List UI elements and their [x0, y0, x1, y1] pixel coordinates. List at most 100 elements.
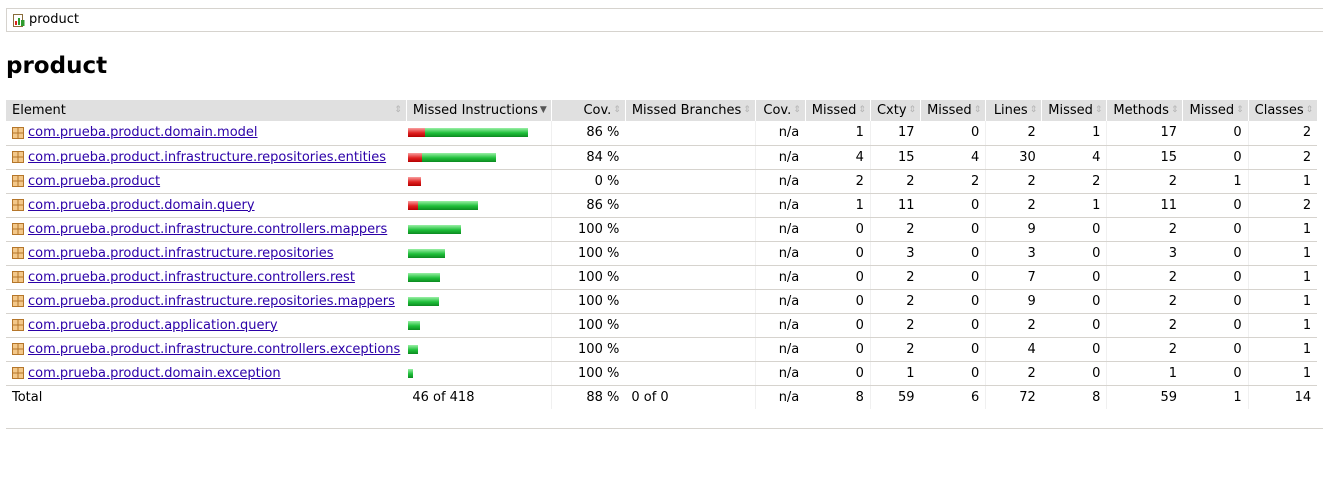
package-link[interactable]: com.prueba.product.infrastructure.reposi… — [28, 294, 395, 309]
missed-branches-cell — [625, 337, 756, 362]
instruction-bar-cell — [406, 121, 552, 146]
sort-icon: ⇕ — [1094, 105, 1103, 115]
table-row: com.prueba.product.infrastructure.reposi… — [6, 241, 1318, 266]
methods-missed-cell: 1 — [1041, 121, 1107, 146]
sort-descending-icon: ▼ — [539, 105, 547, 115]
instruction-bar-cell — [406, 169, 552, 194]
methods-missed-cell: 1 — [1041, 193, 1107, 218]
classes-missed-cell: 0 — [1182, 217, 1249, 242]
lines-cell: 30 — [985, 145, 1042, 170]
package-link[interactable]: com.prueba.product.application.query — [28, 318, 278, 333]
package-icon — [12, 175, 24, 187]
col-header-missed-branches[interactable]: Missed Branches ⇕ — [624, 100, 756, 121]
col-header-lines[interactable]: Lines ⇕ — [985, 100, 1042, 121]
branch-coverage-cell: n/a — [754, 289, 806, 314]
lines-missed-cell: 4 — [920, 145, 986, 170]
package-icon — [12, 151, 24, 163]
cxty-missed-cell: 0 — [805, 241, 871, 266]
cxty-missed-cell: 1 — [805, 193, 871, 218]
total-branches: 0 of 0 — [631, 389, 669, 405]
element-cell: com.prueba.product.domain.query — [6, 193, 407, 218]
col-header-instruction-coverage[interactable]: Cov. ⇕ — [550, 100, 626, 121]
coverage-bar — [408, 152, 497, 162]
table-row: com.prueba.product.infrastructure.contro… — [6, 217, 1318, 242]
branch-coverage-cell: n/a — [754, 121, 806, 146]
col-header-element[interactable]: Element ⇕ — [6, 100, 407, 121]
covered-bar-segment — [422, 152, 497, 162]
classes-missed-cell: 0 — [1182, 337, 1249, 362]
table-row: com.prueba.product.domain.model 86 % n/a 1 1… — [6, 121, 1318, 146]
element-cell: com.prueba.product.infrastructure.reposi… — [6, 241, 407, 266]
total-lines: 72 — [985, 385, 1042, 409]
package-icon — [12, 199, 24, 211]
coverage-bar — [408, 224, 462, 234]
package-link[interactable]: com.prueba.product.infrastructure.contro… — [28, 270, 355, 285]
col-header-methods[interactable]: Methods ⇕ — [1106, 100, 1183, 121]
col-header-missed-instructions[interactable]: Missed Instructions ▼ — [405, 100, 552, 121]
total-label: Total — [12, 389, 43, 405]
cxty-cell: 2 — [869, 265, 921, 290]
instruction-bar-cell — [406, 241, 552, 266]
coverage-cell: 84 % — [550, 145, 626, 170]
cxty-cell: 11 — [869, 193, 921, 218]
col-header-label: Missed — [811, 103, 857, 118]
col-header-label: Element — [12, 103, 66, 118]
package-link[interactable]: com.prueba.product.infrastructure.contro… — [28, 342, 400, 357]
coverage-bar — [408, 248, 446, 258]
cxty-cell: 2 — [869, 217, 921, 242]
total-cxty: 59 — [869, 385, 921, 409]
classes-cell: 1 — [1247, 289, 1318, 314]
col-header-classes-missed[interactable]: Missed ⇕ — [1182, 100, 1249, 121]
lines-missed-cell: 0 — [920, 265, 986, 290]
package-link[interactable]: com.prueba.product.infrastructure.reposi… — [28, 246, 334, 261]
lines-missed-cell: 0 — [920, 313, 986, 338]
coverage-cell: 100 % — [550, 289, 626, 314]
covered-bar-segment — [408, 272, 441, 282]
cxty-cell: 2 — [869, 289, 921, 314]
classes-cell: 1 — [1247, 241, 1318, 266]
missed-bar-segment — [408, 152, 423, 162]
covered-bar-segment — [418, 200, 479, 210]
col-header-branch-coverage[interactable]: Cov. ⇕ — [754, 100, 806, 121]
col-header-lines-missed[interactable]: Missed ⇕ — [920, 100, 986, 121]
classes-cell: 1 — [1247, 265, 1318, 290]
branch-coverage-cell: n/a — [754, 265, 806, 290]
lines-cell: 3 — [985, 241, 1042, 266]
methods-missed-cell: 4 — [1041, 145, 1107, 170]
covered-bar-segment — [408, 320, 421, 330]
total-classes-missed: 1 — [1233, 389, 1242, 405]
col-header-classes[interactable]: Classes ⇕ — [1247, 100, 1318, 121]
col-header-complexity-missed[interactable]: Missed ⇕ — [804, 100, 871, 121]
package-icon — [12, 343, 24, 355]
instruction-bar-cell — [406, 217, 552, 242]
coverage-bar — [408, 368, 414, 378]
package-link[interactable]: com.prueba.product — [28, 174, 160, 189]
col-header-label: Missed — [1189, 103, 1235, 118]
sort-icon: ⇕ — [1305, 105, 1314, 115]
element-cell: com.prueba.product.domain.model — [6, 121, 407, 146]
package-link[interactable]: com.prueba.product.infrastructure.contro… — [28, 222, 387, 237]
lines-cell: 2 — [985, 193, 1042, 218]
col-header-methods-missed[interactable]: Missed ⇕ — [1041, 100, 1107, 121]
footer-divider — [6, 428, 1323, 429]
col-header-label: Missed Branches — [631, 103, 742, 118]
package-link[interactable]: com.prueba.product.infrastructure.reposi… — [28, 150, 386, 165]
missed-branches-cell — [625, 217, 756, 242]
col-header-complexity[interactable]: Cxty ⇕ — [869, 100, 921, 121]
package-link[interactable]: com.prueba.product.domain.exception — [28, 366, 281, 381]
methods-cell: 1 — [1106, 361, 1183, 386]
classes-cell: 1 — [1247, 361, 1318, 386]
package-link[interactable]: com.prueba.product.domain.query — [28, 198, 255, 213]
cxty-missed-cell: 0 — [805, 265, 871, 290]
lines-missed-cell: 0 — [920, 337, 986, 362]
covered-bar-segment — [408, 248, 446, 258]
table-row: com.prueba.product.application.query 100 … — [6, 313, 1318, 338]
table-row: com.prueba.product.infrastructure.reposi… — [6, 145, 1318, 170]
cxty-missed-cell: 1 — [805, 121, 871, 146]
missed-branches-cell — [625, 145, 756, 170]
sort-icon: ⇕ — [973, 105, 982, 115]
package-icon — [12, 319, 24, 331]
package-link[interactable]: com.prueba.product.domain.model — [28, 125, 258, 140]
methods-cell: 11 — [1106, 193, 1183, 218]
lines-cell: 9 — [985, 289, 1042, 314]
